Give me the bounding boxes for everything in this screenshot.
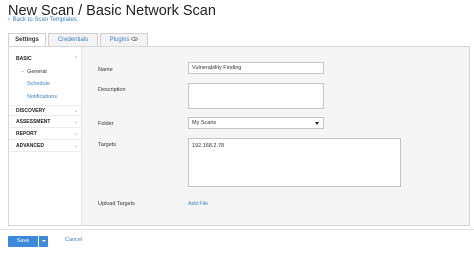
description-field[interactable] [188, 83, 324, 109]
tab-settings[interactable]: Settings [8, 33, 46, 47]
targets-field[interactable]: 192.168.2.78 [188, 138, 401, 187]
sidebar-item-general-label: General [27, 69, 47, 75]
sidebar-section-report-label: REPORT [16, 131, 37, 137]
description-label: Description [98, 87, 126, 93]
caret-down-icon [315, 122, 319, 125]
chevron-down-icon: ⌄ [73, 119, 78, 125]
cancel-link[interactable]: Cancel [65, 237, 82, 243]
save-button[interactable]: Save [8, 236, 38, 247]
sidebar-section-basic[interactable]: BASIC ⌃ [9, 54, 82, 65]
folder-label: Folder [98, 121, 114, 127]
chevron-down-icon: ⌄ [73, 108, 78, 114]
save-options-dropdown[interactable] [39, 236, 48, 247]
sidebar-section-assessment-label: ASSESSMENT [16, 119, 51, 125]
chevron-down-icon: ⌄ [73, 131, 78, 137]
sidebar-section-discovery[interactable]: DISCOVERY ⌄ [9, 105, 82, 116]
settings-panel: BASIC ⌃ – General Schedule Notifications D… [8, 46, 470, 226]
name-field[interactable]: Vulnerability Finding [188, 62, 324, 74]
sidebar-item-schedule[interactable]: Schedule [9, 79, 82, 90]
sidebar-item-notifications[interactable]: Notifications [9, 92, 82, 103]
back-to-templates-link[interactable]: ‹ Back to Scan Templates [8, 17, 77, 23]
sidebar-section-basic-label: BASIC [16, 56, 32, 62]
chevron-down-icon: ⌄ [73, 143, 78, 149]
eye-icon [131, 37, 139, 42]
chevron-up-icon: ⌃ [73, 56, 78, 62]
sidebar-section-advanced[interactable]: ADVANCED ⌄ [9, 141, 82, 152]
sidebar-item-general[interactable]: – General [9, 67, 82, 78]
name-label: Name [98, 67, 113, 73]
folder-select-value: My Scans [192, 120, 217, 126]
tab-plugins-label: Plugins [109, 37, 130, 43]
footer-divider [0, 229, 474, 230]
dash-icon: – [21, 69, 25, 75]
general-settings-form: Name Vulnerability Finding Description F… [82, 47, 469, 225]
tab-credentials[interactable]: Credentials [48, 33, 98, 46]
upload-targets-label: Upload Targets [98, 201, 135, 207]
add-file-link[interactable]: Add File [188, 201, 208, 207]
targets-label: Targets [98, 142, 117, 148]
settings-sidebar: BASIC ⌃ – General Schedule Notifications D… [9, 47, 82, 225]
tab-plugins[interactable]: Plugins [100, 33, 148, 46]
sidebar-section-discovery-label: DISCOVERY [16, 108, 46, 114]
folder-select[interactable]: My Scans [188, 117, 324, 129]
back-link-label: Back to Scan Templates [12, 17, 77, 23]
sidebar-section-advanced-label: ADVANCED [16, 143, 44, 149]
chevron-left-icon: ‹ [8, 17, 12, 23]
sidebar-section-report[interactable]: REPORT ⌄ [9, 129, 82, 140]
sidebar-section-assessment[interactable]: ASSESSMENT ⌄ [9, 117, 82, 128]
